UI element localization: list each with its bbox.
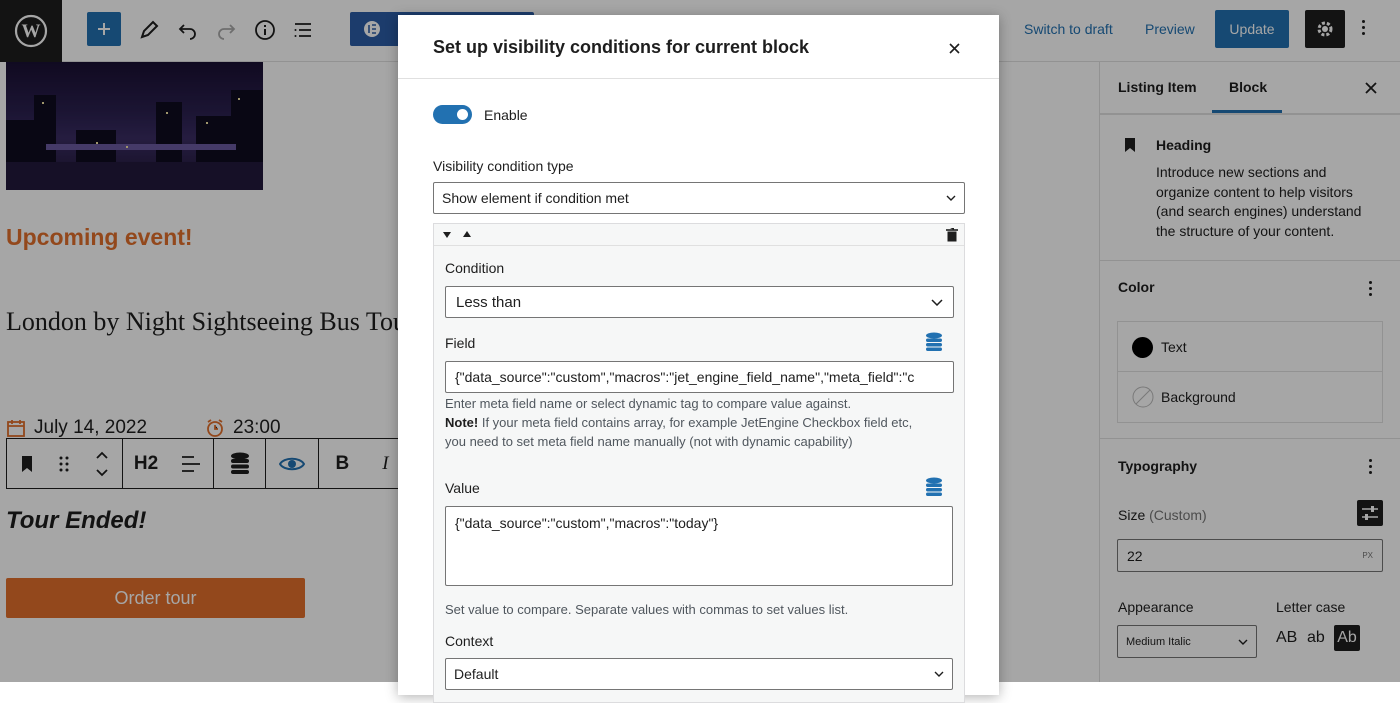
chevron-down-icon	[946, 195, 956, 201]
chevron-down-icon	[934, 671, 944, 677]
value-textarea[interactable]: {"data_source":"custom","macros":"today"…	[445, 506, 953, 586]
move-up-icon[interactable]	[463, 231, 471, 237]
chevron-down-icon	[931, 298, 943, 306]
value-help-text: Set value to compare. Separate values wi…	[445, 602, 849, 617]
visibility-type-value: Show element if condition met	[442, 190, 629, 206]
field-note-text: If your meta field contains array, for e…	[478, 415, 913, 430]
trash-icon[interactable]	[946, 228, 958, 242]
context-select[interactable]: Default	[445, 658, 953, 690]
field-input[interactable]: {"data_source":"custom","macros":"jet_en…	[445, 361, 954, 393]
modal-header: Set up visibility conditions for current…	[398, 15, 999, 79]
condition-repeater-item: Condition Less than Field {"data_source"…	[433, 223, 965, 703]
close-icon	[948, 42, 960, 54]
context-label: Context	[445, 633, 494, 649]
visibility-type-select[interactable]: Show element if condition met	[433, 182, 965, 214]
modal-title: Set up visibility conditions for current…	[433, 37, 810, 57]
condition-value: Less than	[456, 293, 522, 311]
field-note-line: Note! If your meta field contains array,…	[445, 413, 960, 432]
dynamic-tag-icon[interactable]	[925, 332, 943, 352]
collapse-icon[interactable]	[443, 232, 451, 238]
modal-close-button[interactable]	[943, 37, 965, 59]
enable-label: Enable	[484, 107, 528, 123]
context-value: Default	[454, 666, 499, 682]
repeater-item-header	[434, 224, 964, 246]
dynamic-tag-icon[interactable]	[925, 477, 943, 497]
field-label: Field	[445, 335, 476, 351]
value-label: Value	[445, 480, 480, 496]
visibility-conditions-modal: Set up visibility conditions for current…	[398, 15, 999, 703]
field-help-text: Enter meta field name or select dynamic …	[445, 394, 960, 451]
enable-toggle[interactable]	[433, 105, 472, 124]
condition-label: Condition	[445, 260, 505, 276]
field-note-bold: Note!	[445, 415, 479, 430]
visibility-type-label: Visibility condition type	[433, 158, 574, 174]
field-help-line: Enter meta field name or select dynamic …	[445, 396, 852, 411]
condition-select[interactable]: Less than	[445, 286, 954, 318]
field-note-line-2: you need to set meta field name manually…	[445, 434, 853, 449]
